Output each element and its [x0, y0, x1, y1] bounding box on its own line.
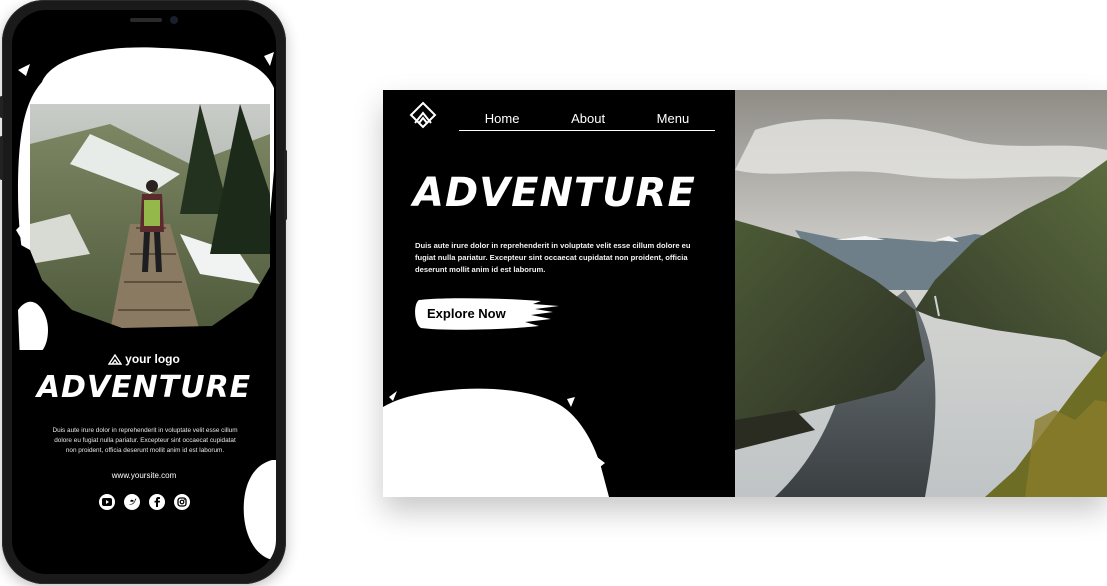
brush-stroke-corner — [383, 388, 609, 497]
phone-mockup: your logo ADVENTURE Duis aute irure dolo… — [0, 0, 287, 584]
phone-brand-logo: your logo — [12, 352, 276, 366]
facebook-icon[interactable] — [148, 494, 165, 510]
instagram-icon[interactable] — [173, 494, 190, 510]
phone-volume-button — [0, 136, 3, 180]
brush-frame-overlay — [12, 240, 276, 350]
desktop-hero-panel: Home About Menu ADVENTURE Duis aute irur… — [383, 90, 735, 497]
hero-body-text: Duis aute irure dolor in reprehenderit i… — [415, 241, 691, 274]
explore-now-label: Explore Now — [427, 306, 506, 321]
phone-screen: your logo ADVENTURE Duis aute irure dolo… — [12, 10, 276, 574]
phone-mute-switch — [0, 96, 3, 118]
phone-title: ADVENTURE — [36, 370, 252, 405]
main-nav: Home About Menu — [459, 106, 715, 131]
explore-now-button[interactable]: Explore Now — [413, 296, 561, 332]
fjord-photo — [735, 90, 1107, 497]
nav-about[interactable]: About — [571, 111, 605, 126]
twitter-icon[interactable] — [123, 494, 140, 510]
phone-body-text: Duis aute irure dolor in reprehenderit i… — [52, 427, 238, 454]
phone-speaker — [130, 18, 162, 22]
nav-home[interactable]: Home — [485, 111, 520, 126]
phone-power-button — [284, 150, 287, 220]
phone-website-link[interactable]: www.yoursite.com — [12, 471, 276, 480]
desktop-landing-mockup: Home About Menu ADVENTURE Duis aute irur… — [383, 90, 1107, 497]
social-links — [12, 494, 276, 510]
youtube-icon[interactable] — [98, 494, 115, 510]
phone-hero — [12, 10, 276, 350]
phone-camera — [170, 16, 178, 24]
mountain-logo-icon — [108, 353, 123, 365]
nav-menu[interactable]: Menu — [657, 111, 690, 126]
mountain-logo-icon[interactable] — [409, 101, 437, 129]
hero-title: ADVENTURE — [413, 170, 696, 216]
phone-logo-text: your logo — [125, 352, 180, 366]
